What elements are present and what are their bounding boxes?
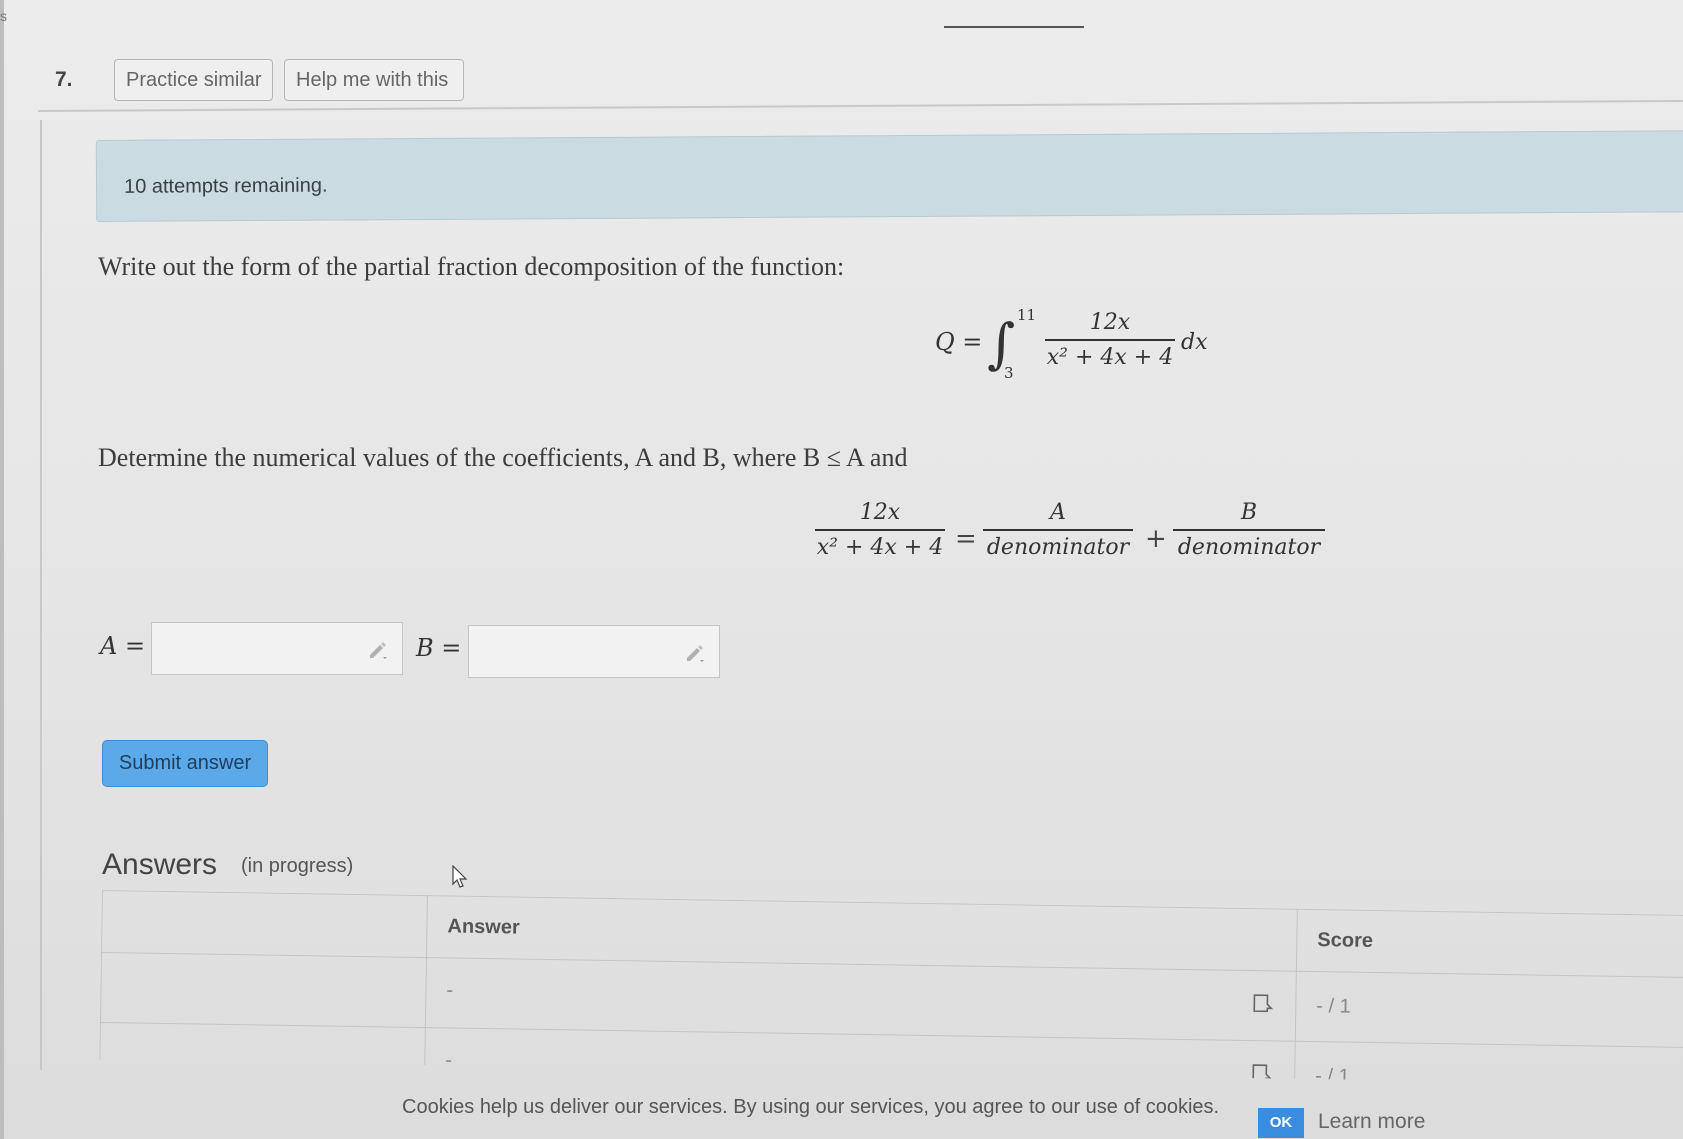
practice-similar-button[interactable]: Practice similar (114, 59, 273, 101)
left-border (0, 0, 4, 1139)
answers-title: Answers (102, 848, 218, 881)
eq2-plus: + (1145, 524, 1167, 554)
question-number: 7. (55, 68, 73, 91)
pencil-icon[interactable] (683, 640, 707, 664)
eq2-lhs-fraction: 12x x² + 4x + 4 (815, 500, 945, 560)
b-label: B = (416, 634, 462, 662)
eq2-term2: B denominator (1173, 500, 1325, 560)
help-me-button[interactable]: Help me with this (284, 59, 464, 101)
pencil-icon[interactable] (366, 637, 390, 661)
active-tab-underline (944, 26, 1084, 28)
answers-subtitle: (in progress) (241, 855, 354, 877)
column-header-score: Score (1296, 909, 1683, 978)
prompt-text-1: Write out the form of the partial fracti… (98, 252, 845, 281)
eq2-term1-denominator: denominator (986, 534, 1130, 560)
row-answer: - (446, 978, 454, 1002)
cursor-icon (452, 864, 468, 889)
content-border (40, 120, 42, 1070)
attempts-banner: 10 attempts remaining. (95, 130, 1683, 222)
a-input[interactable] (151, 622, 403, 675)
a-label: A = (100, 632, 146, 660)
eq2-lhs-denominator: x² + 4x + 4 (816, 534, 944, 560)
eq1-lhs: Q = (935, 328, 983, 356)
lower-limit: 3 (1004, 364, 1014, 382)
eq1-denominator: x² + 4x + 4 (1046, 344, 1174, 370)
corner-char: s (0, 8, 7, 24)
header-divider (37, 99, 1683, 112)
column-header (101, 890, 428, 958)
learn-more-link[interactable]: Learn more (1318, 1110, 1425, 1134)
eq1-numerator: 12x (1089, 310, 1131, 335)
integral-equation: Q = ∫ 11 3 12x x² + 4x + 4 dx (935, 300, 1235, 390)
eq2-equals: = (955, 524, 977, 554)
differential: dx (1181, 330, 1208, 355)
b-input[interactable] (468, 625, 720, 678)
cookie-ok-button[interactable]: OK (1258, 1108, 1304, 1138)
answers-table: Answer Score - - / 1 - - / 1 (99, 890, 1683, 1085)
eq2-lhs-numerator: 12x (859, 500, 901, 525)
decomposition-equation: 12x x² + 4x + 4 = A denominator + B deno… (815, 500, 1335, 580)
eq2-term1-numerator: A (1050, 500, 1066, 525)
eq2-term2-denominator: denominator (1177, 534, 1321, 560)
upper-limit: 11 (1017, 306, 1037, 324)
prompt-text-2: Determine the numerical values of the co… (98, 443, 908, 472)
row-score: - / 1 (1295, 971, 1683, 1048)
cookie-text: Cookies help us deliver our services. By… (402, 1096, 1220, 1118)
row-label (100, 952, 427, 1028)
eq2-term2-numerator: B (1240, 500, 1258, 525)
eq2-term1: A denominator (983, 500, 1133, 560)
submit-answer-button[interactable]: Submit answer (102, 740, 268, 787)
eq1-fraction: 12x x² + 4x + 4 (1045, 310, 1175, 370)
feedback-icon[interactable] (1251, 992, 1275, 1020)
